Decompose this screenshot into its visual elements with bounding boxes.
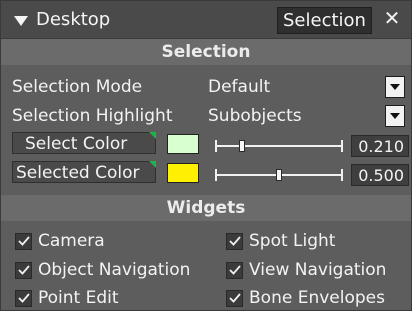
triangle-down-icon[interactable]: [14, 16, 28, 26]
select-color-value-field[interactable]: 0.210: [351, 135, 409, 157]
widget-checkbox-object-navigation[interactable]: Object Navigation: [15, 259, 190, 281]
selected-color-label-text: Selected Color: [16, 163, 140, 183]
selection-highlight-value[interactable]: Subobjects: [208, 106, 302, 126]
widget-label: Bone Envelopes: [249, 288, 385, 308]
widget-label: Object Navigation: [38, 260, 191, 280]
select-color-label: Select Color: [12, 132, 156, 154]
widget-checkbox-spot-light[interactable]: Spot Light: [226, 230, 335, 252]
selected-color-value-field[interactable]: 0.500: [351, 164, 409, 186]
widget-label: Camera: [38, 231, 105, 251]
section-header-selection[interactable]: Selection: [1, 39, 411, 65]
widget-label: Spot Light: [249, 231, 336, 251]
panel-titlebar: Desktop Selection ✕: [1, 1, 411, 39]
selected-color-slider-thumb[interactable]: [276, 169, 282, 181]
widget-checkbox-camera[interactable]: Camera: [15, 230, 105, 252]
widget-checkbox-bone-envelopes[interactable]: Bone Envelopes: [226, 287, 385, 309]
select-color-swatch[interactable]: [167, 134, 199, 154]
widget-checkbox-view-navigation[interactable]: View Navigation: [226, 259, 386, 281]
chevron-down-icon[interactable]: [385, 76, 405, 98]
selection-mode-label: Selection Mode: [12, 77, 143, 97]
select-color-slider-track[interactable]: [215, 145, 343, 147]
select-color-slider-thumb[interactable]: [238, 140, 245, 152]
panel-title: Desktop: [36, 9, 111, 30]
animated-flag-icon: [149, 161, 156, 168]
widget-label: Point Edit: [38, 288, 119, 308]
checkmark-icon[interactable]: [15, 261, 32, 279]
properties-panel: Desktop Selection ✕ Selection Selection …: [0, 0, 412, 311]
tab-selection[interactable]: Selection: [277, 7, 372, 34]
checkmark-icon[interactable]: [15, 232, 32, 250]
animated-flag-icon: [149, 132, 156, 139]
chevron-down-icon[interactable]: [385, 105, 405, 127]
selection-mode-value[interactable]: Default: [208, 77, 270, 97]
selected-color-swatch[interactable]: [167, 163, 199, 183]
selected-color-label: Selected Color: [12, 161, 156, 183]
section-header-widgets[interactable]: Widgets: [1, 195, 411, 221]
checkmark-icon[interactable]: [226, 232, 243, 250]
checkmark-icon[interactable]: [15, 289, 32, 307]
widget-checkbox-point-edit[interactable]: Point Edit: [15, 287, 119, 309]
close-icon[interactable]: ✕: [381, 6, 403, 30]
widget-label: View Navigation: [249, 260, 387, 280]
slider-right-cap: [341, 140, 343, 152]
selection-highlight-label: Selection Highlight: [12, 106, 173, 126]
slider-right-cap: [341, 169, 343, 181]
checkmark-icon[interactable]: [226, 289, 243, 307]
select-color-label-text: Select Color: [25, 134, 128, 154]
checkmark-icon[interactable]: [226, 261, 243, 279]
